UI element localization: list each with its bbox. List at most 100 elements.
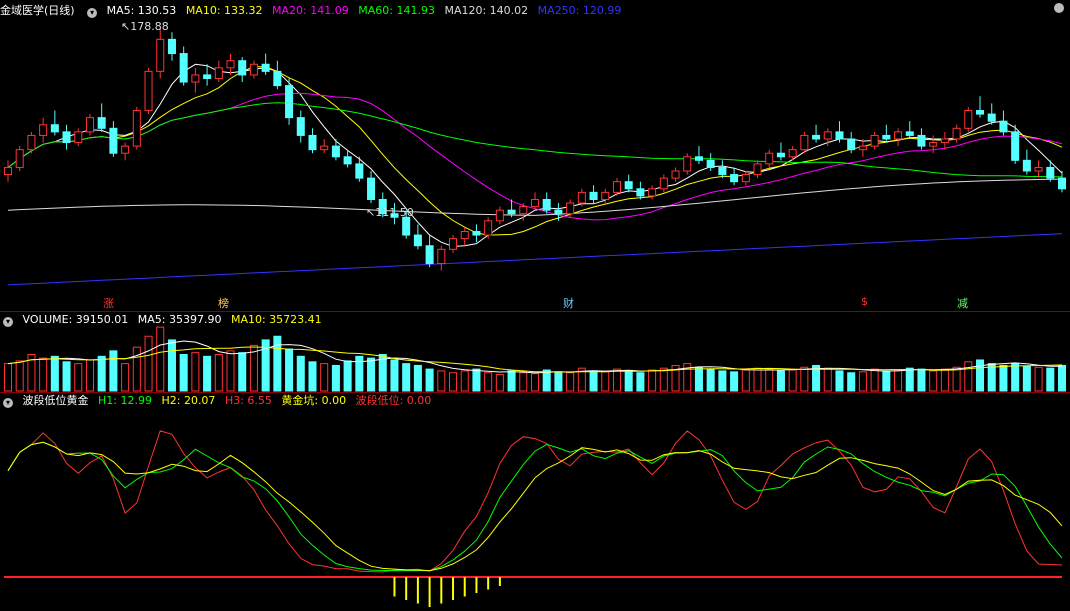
candle-body <box>694 156 703 161</box>
legend-ma60: MA60: 141.93 <box>358 4 435 17</box>
candle-body <box>226 60 235 69</box>
candle-body <box>74 131 83 144</box>
candle-body <box>718 166 727 176</box>
volume-bar <box>296 355 305 392</box>
event-marker-bang[interactable]: 榜 <box>218 295 229 311</box>
volume-bar <box>648 369 657 392</box>
volume-bar <box>519 372 528 392</box>
candle-body <box>554 209 563 215</box>
legend-golden-pit: 黄金坑: 0.00 <box>281 394 347 407</box>
volume-bar <box>823 367 832 392</box>
ma5-line <box>7 63 1063 248</box>
candle-body <box>261 63 270 72</box>
candle-body <box>612 181 621 193</box>
volume-bars <box>3 326 1067 392</box>
volume-bar <box>612 368 621 392</box>
candle-body <box>858 145 867 151</box>
collapse-indicator-icon[interactable]: ▾ <box>3 398 13 408</box>
candle-body <box>249 63 258 76</box>
candle-body <box>1011 131 1020 161</box>
candle-body <box>835 131 844 140</box>
volume-bar <box>976 359 985 392</box>
candle-body <box>343 156 352 165</box>
candle-body <box>905 131 914 136</box>
volume-bar <box>1011 363 1020 392</box>
volume-bar <box>402 363 411 392</box>
stock-name: 金域医学 <box>0 4 44 17</box>
candle-body <box>167 38 176 55</box>
volume-bar <box>554 371 563 392</box>
volume-bar <box>156 326 165 392</box>
collapse-price-icon[interactable]: ▾ <box>87 8 98 18</box>
volume-bar <box>132 346 141 392</box>
candle-body <box>437 248 446 265</box>
candle-body <box>132 110 141 147</box>
candle-body <box>1046 166 1055 179</box>
volume-bar <box>238 352 247 392</box>
volume-bar <box>730 371 739 392</box>
volume-bar <box>85 359 94 392</box>
volume-bar <box>753 367 762 392</box>
candle-body <box>50 124 59 133</box>
candle-body <box>636 188 645 197</box>
volume-bar <box>203 355 212 392</box>
volume-moving-averages <box>7 340 1063 374</box>
volume-bar <box>882 370 891 392</box>
candle-body <box>952 127 961 140</box>
legend-h2: H2: 20.07 <box>161 394 216 407</box>
volume-bar <box>50 355 59 392</box>
legend-ma250: MA250: 120.99 <box>537 4 622 17</box>
volume-bar <box>179 354 188 392</box>
ma250-line <box>7 233 1063 286</box>
volume-bar <box>144 335 153 392</box>
volume-bar <box>343 360 352 392</box>
collapse-volume-icon[interactable]: ▾ <box>3 317 13 327</box>
volume-bar <box>741 369 750 392</box>
event-marker-dollar[interactable]: $ <box>861 295 868 308</box>
candle-body <box>121 145 130 154</box>
candle-body <box>285 85 294 119</box>
candle-body <box>156 38 165 72</box>
indicator-lines <box>4 430 1063 607</box>
candle-body <box>191 74 200 83</box>
candle-body <box>402 216 411 236</box>
candle-body <box>917 134 926 147</box>
volume-bar <box>214 354 223 392</box>
candle-body <box>894 131 903 140</box>
candle-body <box>987 113 996 122</box>
candle-body <box>800 134 809 151</box>
high-price-label: 178.88 <box>130 20 169 33</box>
volume-bar <box>765 368 774 392</box>
candle-body <box>472 231 481 236</box>
price-legend: 金域医学(日线) ▾ MA5: 130.53 MA10: 133.32 MA20… <box>0 3 627 19</box>
candle-body <box>495 209 504 222</box>
event-marker-jian[interactable]: 减 <box>957 295 968 311</box>
candle-body <box>144 70 153 112</box>
candle-body <box>976 110 985 115</box>
volume-bar <box>390 359 399 392</box>
candle-body <box>460 231 469 240</box>
chart-canvas[interactable] <box>0 0 1070 611</box>
event-marker-zhang[interactable]: 涨 <box>103 295 114 311</box>
candle-body <box>929 142 938 147</box>
legend-ma20: MA20: 141.09 <box>272 4 349 17</box>
candle-body <box>85 117 94 133</box>
candle-body <box>847 138 856 151</box>
candle-body <box>296 117 305 136</box>
candle-body <box>577 191 586 204</box>
volume-bar <box>74 363 83 392</box>
legend-volume: VOLUME: 39150.01 <box>22 313 129 326</box>
volume-bar <box>1022 365 1031 392</box>
h3-line <box>7 430 1063 573</box>
volume-bar <box>121 363 130 392</box>
volume-bar <box>776 370 785 392</box>
event-marker-cai[interactable]: 财 <box>563 295 574 311</box>
candle-body <box>659 177 668 190</box>
volume-bar <box>940 368 949 392</box>
candle-body <box>179 53 188 83</box>
candle-body <box>765 152 774 165</box>
candle-body <box>999 120 1008 133</box>
candle-body <box>507 209 516 215</box>
volume-bar <box>15 360 24 392</box>
volume-legend: ▾ VOLUME: 39150.01 MA5: 35397.90 MA10: 3… <box>0 312 328 328</box>
